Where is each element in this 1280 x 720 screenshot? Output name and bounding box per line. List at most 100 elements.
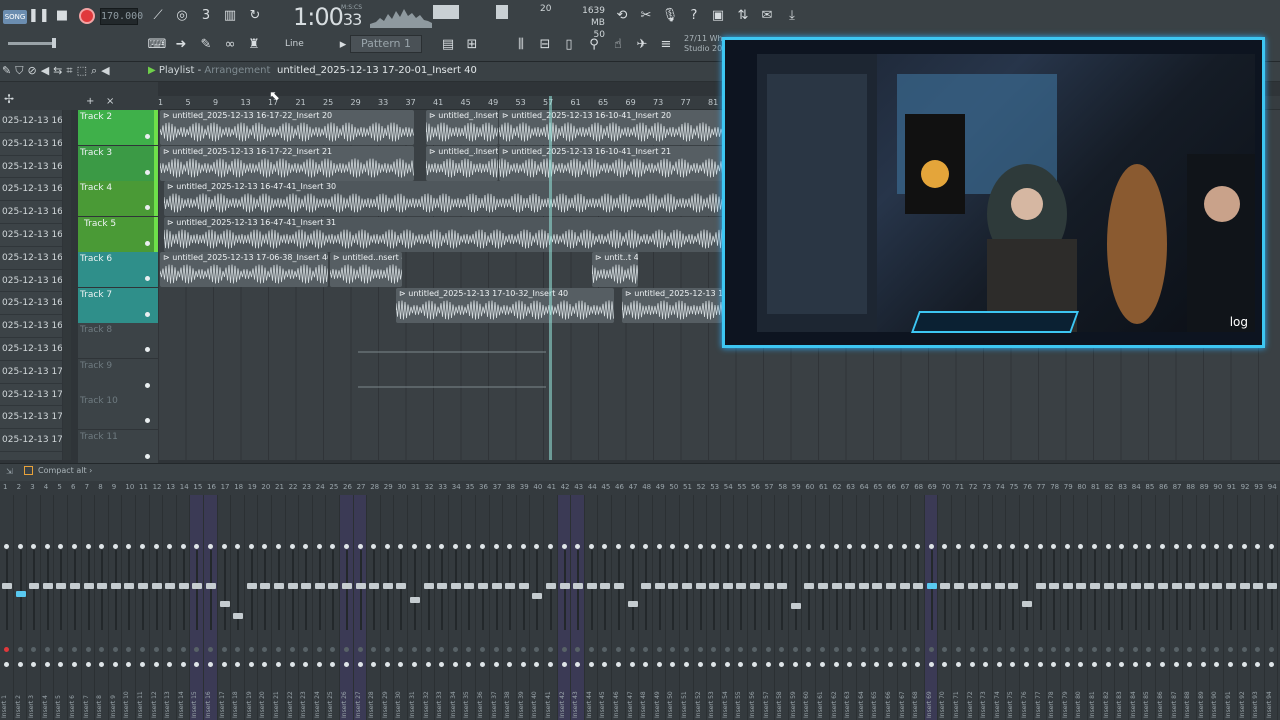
slip-icon[interactable]: ⇆ bbox=[53, 64, 66, 77]
route-knob[interactable] bbox=[1010, 662, 1016, 667]
link-icon[interactable]: ∞ bbox=[220, 35, 240, 55]
pan-knob[interactable] bbox=[956, 544, 961, 549]
clip-list-item[interactable]: 025-12-13 16- bbox=[0, 338, 62, 361]
mixer-strip[interactable]: Insert 82 bbox=[1102, 495, 1116, 720]
pan-knob[interactable] bbox=[1146, 544, 1152, 549]
fx-indicator[interactable] bbox=[4, 647, 9, 652]
fx-indicator[interactable] bbox=[235, 647, 241, 652]
mixer-strip[interactable]: Insert 62 bbox=[830, 495, 844, 720]
pan-knob[interactable] bbox=[792, 544, 798, 549]
audio-clip[interactable]: ⊳ untitled_2025-12-13 17-06-38_Insert 40 bbox=[160, 252, 328, 287]
snap-select[interactable]: Line bbox=[285, 37, 329, 51]
volume-fader[interactable] bbox=[586, 583, 597, 589]
volume-fader[interactable] bbox=[532, 593, 543, 599]
volume-fader[interactable] bbox=[763, 583, 774, 589]
mixer-strip[interactable]: Insert 91 bbox=[1224, 495, 1238, 720]
pan-knob[interactable] bbox=[697, 544, 703, 549]
track-mute-dot[interactable] bbox=[145, 311, 150, 317]
fx-indicator[interactable] bbox=[1105, 647, 1111, 652]
fx-indicator[interactable] bbox=[221, 647, 227, 652]
route-knob[interactable] bbox=[1051, 662, 1057, 667]
fx-indicator[interactable] bbox=[901, 647, 907, 652]
mixer-strip[interactable]: Insert 20 bbox=[258, 495, 272, 720]
fx-indicator[interactable] bbox=[1078, 647, 1084, 652]
route-knob[interactable] bbox=[289, 662, 295, 667]
fx-indicator[interactable] bbox=[72, 647, 77, 652]
pan-knob[interactable] bbox=[928, 544, 934, 549]
metronome-icon[interactable]: ⟋ bbox=[148, 6, 168, 26]
record-button[interactable] bbox=[77, 6, 97, 26]
route-knob[interactable] bbox=[1146, 662, 1152, 667]
route-knob[interactable] bbox=[779, 662, 785, 667]
mixer-strip[interactable]: Insert 7 bbox=[82, 495, 96, 720]
route-knob[interactable] bbox=[330, 662, 336, 667]
volume-fader[interactable] bbox=[750, 583, 760, 589]
mixer-strip[interactable]: Insert 83 bbox=[1115, 495, 1129, 720]
route-knob[interactable] bbox=[1105, 662, 1111, 667]
pan-knob[interactable] bbox=[58, 544, 64, 549]
mixer-strip[interactable]: Insert 68 bbox=[911, 495, 925, 720]
pan-knob[interactable] bbox=[480, 544, 485, 549]
pan-knob[interactable] bbox=[493, 544, 499, 549]
volume-fader[interactable] bbox=[668, 583, 679, 589]
pan-knob[interactable] bbox=[4, 544, 9, 549]
route-knob[interactable] bbox=[221, 662, 227, 667]
route-knob[interactable] bbox=[969, 662, 975, 667]
volume-fader[interactable] bbox=[328, 583, 339, 589]
fx-indicator[interactable] bbox=[738, 647, 744, 652]
volume-fader[interactable] bbox=[913, 583, 924, 589]
route-knob[interactable] bbox=[357, 662, 363, 667]
pan-knob[interactable] bbox=[194, 544, 200, 549]
route-knob[interactable] bbox=[44, 662, 50, 667]
fx-indicator[interactable] bbox=[1092, 647, 1097, 652]
volume-fader[interactable] bbox=[981, 583, 992, 589]
mixer-strip[interactable]: Insert 80 bbox=[1074, 495, 1088, 720]
track-header[interactable]: Track 2 bbox=[78, 110, 158, 145]
volume-fader[interactable] bbox=[491, 583, 502, 589]
pan-knob[interactable] bbox=[44, 544, 50, 549]
volume-fader[interactable] bbox=[614, 583, 624, 589]
mixer-strip[interactable]: Insert 56 bbox=[748, 495, 762, 720]
route-knob[interactable] bbox=[697, 662, 703, 667]
loop-record-icon[interactable]: ↻ bbox=[245, 6, 265, 26]
pan-knob[interactable] bbox=[1010, 544, 1016, 549]
pan-knob[interactable] bbox=[942, 544, 948, 549]
mixer-strip[interactable]: Insert 21 bbox=[272, 495, 286, 720]
fx-indicator[interactable] bbox=[792, 647, 798, 652]
volume-fader[interactable] bbox=[1144, 583, 1155, 589]
pan-knob[interactable] bbox=[847, 544, 853, 549]
pan-knob[interactable] bbox=[344, 544, 349, 549]
audio-clip[interactable]: ⊳ untitled_2025-12-13 16-47-41_Insert 31 bbox=[164, 216, 724, 252]
volume-fader[interactable] bbox=[192, 583, 203, 589]
mixer-strip[interactable]: Insert 45 bbox=[598, 495, 612, 720]
fx-indicator[interactable] bbox=[1228, 647, 1233, 652]
pan-knob[interactable] bbox=[1255, 544, 1261, 549]
volume-fader[interactable] bbox=[382, 583, 393, 589]
pan-knob[interactable] bbox=[996, 544, 1002, 549]
fx-indicator[interactable] bbox=[1064, 647, 1070, 652]
volume-fader[interactable] bbox=[124, 583, 135, 589]
route-knob[interactable] bbox=[1160, 662, 1165, 667]
wait-record-icon[interactable]: ◎ bbox=[172, 6, 192, 26]
fx-indicator[interactable] bbox=[860, 647, 866, 652]
fx-indicator[interactable] bbox=[915, 647, 921, 652]
browser-icon[interactable]: ▯ bbox=[559, 35, 579, 55]
mixer-strip[interactable]: Insert 60 bbox=[802, 495, 816, 720]
route-knob[interactable] bbox=[1241, 662, 1247, 667]
volume-fader[interactable] bbox=[1266, 583, 1277, 589]
mixer-strip[interactable]: Insert 53 bbox=[707, 495, 721, 720]
mixer-strip[interactable]: Insert 92 bbox=[1238, 495, 1252, 720]
fx-indicator[interactable] bbox=[1119, 647, 1125, 652]
mixer-strip[interactable]: Insert 69 bbox=[924, 495, 939, 720]
mixer-strip[interactable]: Insert 47 bbox=[626, 495, 640, 720]
fx-indicator[interactable] bbox=[629, 647, 635, 652]
clip-list-item[interactable]: 025-12-13 17- bbox=[0, 384, 62, 407]
pan-knob[interactable] bbox=[235, 544, 241, 549]
volume-fader[interactable] bbox=[301, 583, 312, 589]
route-knob[interactable] bbox=[1268, 662, 1274, 667]
mixer-strip[interactable]: Insert 78 bbox=[1047, 495, 1061, 720]
fx-indicator[interactable] bbox=[969, 647, 975, 652]
track-header[interactable]: Track 7 bbox=[78, 287, 158, 323]
mixer-strip[interactable]: Insert 73 bbox=[979, 495, 993, 720]
stamp-icon[interactable]: ♜ bbox=[244, 35, 264, 55]
